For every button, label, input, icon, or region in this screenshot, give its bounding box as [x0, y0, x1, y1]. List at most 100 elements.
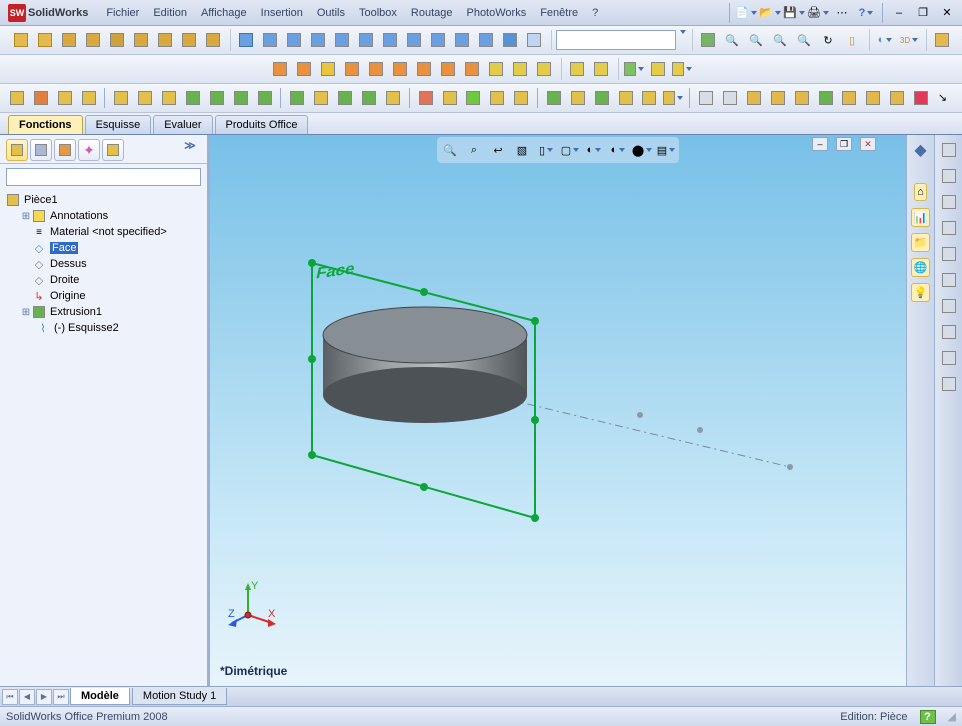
btab-motion-study[interactable]: Motion Study 1 [132, 688, 227, 705]
menu-help[interactable]: ? [592, 7, 598, 19]
menu-routage[interactable]: Routage [411, 7, 453, 19]
tree-root[interactable]: Pièce1 [4, 192, 203, 208]
tool-feature-6[interactable] [355, 29, 377, 51]
material-dropdown[interactable] [556, 30, 676, 50]
tool-misc-17[interactable] [671, 58, 693, 80]
tool-view-8[interactable]: ◐ [874, 29, 896, 51]
menu-insertion[interactable]: Insertion [261, 7, 303, 19]
menu-affichage[interactable]: Affichage [201, 7, 247, 19]
tool-view-6[interactable]: ↻ [817, 29, 839, 51]
tool-misc-4[interactable] [341, 58, 363, 80]
rr2-4[interactable] [938, 217, 960, 239]
t3-33[interactable] [815, 87, 837, 109]
t3-35[interactable] [862, 87, 884, 109]
tool-sketch-3[interactable] [58, 29, 80, 51]
t3-18[interactable] [439, 87, 461, 109]
t3-5[interactable] [110, 87, 132, 109]
tool-misc-10[interactable] [485, 58, 507, 80]
menu-fenetre[interactable]: Fenêtre [540, 7, 578, 19]
tool-misc-9[interactable] [461, 58, 483, 80]
tool-feature-11[interactable] [475, 29, 497, 51]
btab-first[interactable]: ⏮ [2, 689, 18, 705]
t3-26[interactable] [638, 87, 660, 109]
tool-feature-7[interactable] [379, 29, 401, 51]
vp-prev-view[interactable]: ↩ [487, 139, 509, 161]
window-minimize[interactable]: – [888, 3, 910, 23]
rr-chart-icon[interactable]: 📊 [910, 206, 932, 228]
tool-view-4[interactable]: 🔍 [769, 29, 791, 51]
tool-misc-8[interactable] [437, 58, 459, 80]
tool-sketch-6[interactable] [130, 29, 152, 51]
t3-21[interactable] [510, 87, 532, 109]
save-button[interactable]: 💾 [783, 3, 805, 23]
t3-11[interactable] [254, 87, 276, 109]
rr2-1[interactable] [938, 139, 960, 161]
t3-1[interactable] [6, 87, 28, 109]
t3-36[interactable] [886, 87, 908, 109]
tool-misc-1[interactable] [269, 58, 291, 80]
vp-hide-show[interactable]: ◐ [583, 139, 605, 161]
doc-minimize[interactable]: – [812, 137, 828, 151]
tool-sketch-1[interactable] [10, 29, 32, 51]
t3-23[interactable] [567, 87, 589, 109]
tool-feature-10[interactable] [451, 29, 473, 51]
panel-tab-4[interactable]: ✦ [78, 139, 100, 161]
rr-bulb-icon[interactable]: 💡 [910, 281, 932, 303]
t3-30[interactable] [743, 87, 765, 109]
btab-next[interactable]: ▶ [36, 689, 52, 705]
t3-2[interactable] [30, 87, 52, 109]
tree-plane-face[interactable]: ◇ Face [4, 240, 203, 256]
tree-material[interactable]: ≡ Material <not specified> [4, 224, 203, 240]
options-button[interactable]: ⋯ [831, 3, 853, 23]
tool-feature-2[interactable] [259, 29, 281, 51]
rr-rhombus-icon[interactable]: ◆ [910, 139, 932, 161]
btab-modele[interactable]: Modèle [70, 688, 130, 705]
t3-25[interactable] [615, 87, 637, 109]
t3-16[interactable] [382, 87, 404, 109]
tool-feature-13[interactable] [523, 29, 545, 51]
expander-icon[interactable]: ⊞ [20, 307, 32, 318]
btab-prev[interactable]: ◀ [19, 689, 35, 705]
vp-zoom-area[interactable]: ⌕ [463, 139, 485, 161]
tree-plane-dessus[interactable]: ◇ Dessus [4, 256, 203, 272]
panel-tab-5[interactable] [102, 139, 124, 161]
doc-close[interactable]: ✕ [860, 137, 876, 151]
rr2-7[interactable] [938, 295, 960, 317]
vp-appearance[interactable]: ⬤ [631, 139, 653, 161]
menu-photoworks[interactable]: PhotoWorks [466, 7, 526, 19]
tool-misc-5[interactable] [365, 58, 387, 80]
tool-view-5[interactable]: 🔍 [793, 29, 815, 51]
tool-sketch-9[interactable] [202, 29, 224, 51]
vp-display-style[interactable]: ▢ [559, 139, 581, 161]
expander-icon[interactable]: ⊞ [20, 211, 32, 222]
tool-misc-13[interactable] [566, 58, 588, 80]
panel-tab-tree[interactable] [6, 139, 28, 161]
tool-view-3[interactable]: 🔍 [745, 29, 767, 51]
t3-27[interactable] [662, 87, 684, 109]
tab-esquisse[interactable]: Esquisse [85, 115, 152, 134]
tool-feature-8[interactable] [403, 29, 425, 51]
tree-origin[interactable]: ↳ Origine [4, 288, 203, 304]
tree-filter-input[interactable] [6, 168, 201, 186]
t3-38[interactable]: ↘ [934, 87, 956, 109]
tab-evaluer[interactable]: Evaluer [153, 115, 212, 134]
tree-extrusion[interactable]: ⊞ Extrusion1 [4, 304, 203, 320]
vp-setting[interactable]: ▤ [655, 139, 677, 161]
tool-sketch-4[interactable] [82, 29, 104, 51]
tree-annotations[interactable]: ⊞ Annotations [4, 208, 203, 224]
t3-4[interactable] [78, 87, 100, 109]
axis-triad[interactable]: Y X Z [228, 581, 278, 631]
t3-13[interactable] [310, 87, 332, 109]
t3-8[interactable] [182, 87, 204, 109]
window-restore[interactable]: ❐ [912, 3, 934, 23]
rr-folder-icon[interactable]: 📁 [910, 231, 932, 253]
panel-expand-icon[interactable]: ≫ [179, 139, 201, 161]
t3-37[interactable] [910, 87, 932, 109]
doc-restore[interactable]: ❐ [836, 137, 852, 151]
vp-scene[interactable]: ◐ [607, 139, 629, 161]
tool-view-2[interactable]: 🔍 [721, 29, 743, 51]
tool-feature-1[interactable] [235, 29, 257, 51]
t3-20[interactable] [486, 87, 508, 109]
t3-3[interactable] [54, 87, 76, 109]
window-close[interactable]: ✕ [936, 3, 958, 23]
